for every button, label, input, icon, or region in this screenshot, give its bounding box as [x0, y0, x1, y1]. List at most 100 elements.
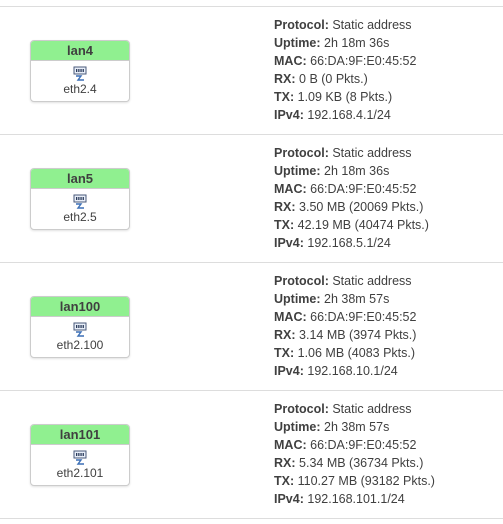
rx-line: RX: 3.14 MB (3974 Pkts.) [274, 326, 416, 344]
interface-box: lan100 eth2.100 [30, 296, 130, 358]
mac-value: 66:DA:9F:E0:45:52 [310, 438, 417, 452]
ethernet-port-icon [73, 66, 87, 81]
interface-details: Protocol: Static address Uptime: 2h 18m … [274, 144, 429, 252]
ipv4-value: 192.168.10.1/24 [307, 364, 398, 378]
tx-value: 1.06 MB (4083 Pkts.) [297, 346, 416, 360]
interface-details: Protocol: Static address Uptime: 2h 38m … [274, 272, 416, 380]
interface-row: lan100 eth2.100 Protocol: Static address… [0, 262, 503, 390]
mac-value: 66:DA:9F:E0:45:52 [310, 54, 417, 68]
uptime-label: Uptime: [274, 420, 321, 434]
rx-label: RX: [274, 200, 296, 214]
protocol-line: Protocol: Static address [274, 272, 416, 290]
tx-label: TX: [274, 346, 295, 360]
interface-box: lan4 eth2.4 [30, 40, 130, 102]
device-name: eth2.100 [56, 338, 104, 352]
device-name: eth2.4 [63, 82, 97, 96]
rx-label: RX: [274, 456, 296, 470]
interface-box: lan5 eth2.5 [30, 168, 130, 230]
ipv4-label: IPv4: [274, 236, 304, 250]
ipv4-label: IPv4: [274, 108, 304, 122]
ipv4-value: 192.168.101.1/24 [307, 492, 405, 506]
list-bottom-divider [0, 518, 503, 519]
device-name: eth2.101 [56, 466, 104, 480]
ipv4-line: IPv4: 192.168.101.1/24 [274, 490, 435, 508]
protocol-value: Static address [332, 274, 412, 288]
mac-value: 66:DA:9F:E0:45:52 [310, 310, 417, 324]
tx-label: TX: [274, 218, 295, 232]
mac-line: MAC: 66:DA:9F:E0:45:52 [274, 52, 416, 70]
interface-name: lan100 [31, 297, 129, 317]
uptime-value: 2h 18m 36s [324, 36, 390, 50]
tx-line: TX: 110.27 MB (93182 Pkts.) [274, 472, 435, 490]
protocol-line: Protocol: Static address [274, 144, 429, 162]
tx-value: 42.19 MB (40474 Pkts.) [297, 218, 429, 232]
uptime-line: Uptime: 2h 18m 36s [274, 162, 429, 180]
protocol-label: Protocol: [274, 146, 329, 160]
ipv4-line: IPv4: 192.168.10.1/24 [274, 362, 416, 380]
interface-box-body: eth2.5 [31, 189, 129, 224]
interface-details: Protocol: Static address Uptime: 2h 18m … [274, 16, 416, 124]
interface-name: lan5 [31, 169, 129, 189]
protocol-line: Protocol: Static address [274, 400, 435, 418]
ipv4-value: 192.168.5.1/24 [307, 236, 391, 250]
ethernet-port-icon [73, 322, 87, 337]
uptime-value: 2h 18m 36s [324, 164, 390, 178]
protocol-value: Static address [332, 18, 412, 32]
mac-line: MAC: 66:DA:9F:E0:45:52 [274, 308, 416, 326]
tx-label: TX: [274, 474, 295, 488]
ethernet-port-icon [73, 194, 87, 209]
ipv4-label: IPv4: [274, 364, 304, 378]
interface-row: lan101 eth2.101 Protocol: Static address… [0, 390, 503, 518]
tx-line: TX: 1.06 MB (4083 Pkts.) [274, 344, 416, 362]
protocol-value: Static address [332, 146, 412, 160]
rx-line: RX: 0 B (0 Pkts.) [274, 70, 416, 88]
ipv4-label: IPv4: [274, 492, 304, 506]
rx-value: 0 B (0 Pkts.) [299, 72, 368, 86]
uptime-label: Uptime: [274, 164, 321, 178]
tx-label: TX: [274, 90, 295, 104]
protocol-label: Protocol: [274, 402, 329, 416]
uptime-line: Uptime: 2h 38m 57s [274, 418, 435, 436]
rx-value: 3.14 MB (3974 Pkts.) [299, 328, 417, 342]
interface-box-body: eth2.100 [31, 317, 129, 352]
ipv4-value: 192.168.4.1/24 [307, 108, 391, 122]
protocol-label: Protocol: [274, 274, 329, 288]
mac-label: MAC: [274, 54, 307, 68]
ipv4-line: IPv4: 192.168.4.1/24 [274, 106, 416, 124]
interface-box-body: eth2.101 [31, 445, 129, 480]
interface-details: Protocol: Static address Uptime: 2h 38m … [274, 400, 435, 508]
mac-label: MAC: [274, 310, 307, 324]
rx-line: RX: 3.50 MB (20069 Pkts.) [274, 198, 429, 216]
protocol-value: Static address [332, 402, 412, 416]
mac-label: MAC: [274, 182, 307, 196]
uptime-value: 2h 38m 57s [324, 292, 390, 306]
uptime-label: Uptime: [274, 36, 321, 50]
uptime-value: 2h 38m 57s [324, 420, 390, 434]
ipv4-line: IPv4: 192.168.5.1/24 [274, 234, 429, 252]
protocol-line: Protocol: Static address [274, 16, 416, 34]
ethernet-port-icon [73, 450, 87, 465]
rx-value: 3.50 MB (20069 Pkts.) [299, 200, 424, 214]
rx-label: RX: [274, 72, 296, 86]
tx-line: TX: 42.19 MB (40474 Pkts.) [274, 216, 429, 234]
mac-value: 66:DA:9F:E0:45:52 [310, 182, 417, 196]
interface-box: lan101 eth2.101 [30, 424, 130, 486]
interface-row: lan5 eth2.5 Protocol: Static address Upt… [0, 134, 503, 262]
uptime-line: Uptime: 2h 38m 57s [274, 290, 416, 308]
protocol-label: Protocol: [274, 18, 329, 32]
interface-row: lan4 eth2.4 Protocol: Static address Upt… [0, 6, 503, 134]
rx-label: RX: [274, 328, 296, 342]
tx-line: TX: 1.09 KB (8 Pkts.) [274, 88, 416, 106]
uptime-label: Uptime: [274, 292, 321, 306]
interface-status-list: lan4 eth2.4 Protocol: Static address Upt… [0, 0, 503, 524]
interface-box-body: eth2.4 [31, 61, 129, 96]
tx-value: 1.09 KB (8 Pkts.) [297, 90, 393, 104]
tx-value: 110.27 MB (93182 Pkts.) [297, 474, 435, 488]
mac-line: MAC: 66:DA:9F:E0:45:52 [274, 180, 429, 198]
interface-name: lan4 [31, 41, 129, 61]
mac-label: MAC: [274, 438, 307, 452]
rx-line: RX: 5.34 MB (36734 Pkts.) [274, 454, 435, 472]
uptime-line: Uptime: 2h 18m 36s [274, 34, 416, 52]
device-name: eth2.5 [63, 210, 97, 224]
mac-line: MAC: 66:DA:9F:E0:45:52 [274, 436, 435, 454]
